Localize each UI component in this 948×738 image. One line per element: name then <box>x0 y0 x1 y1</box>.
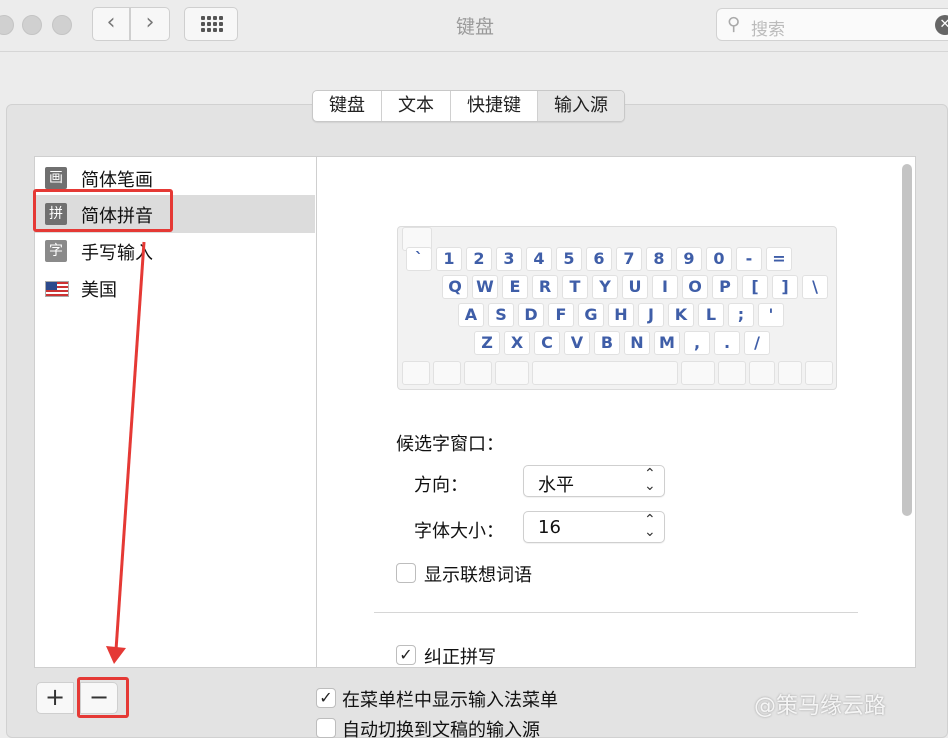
watermark: @策马缘云路 <box>754 694 887 719</box>
annotation-arrow <box>106 241 146 664</box>
